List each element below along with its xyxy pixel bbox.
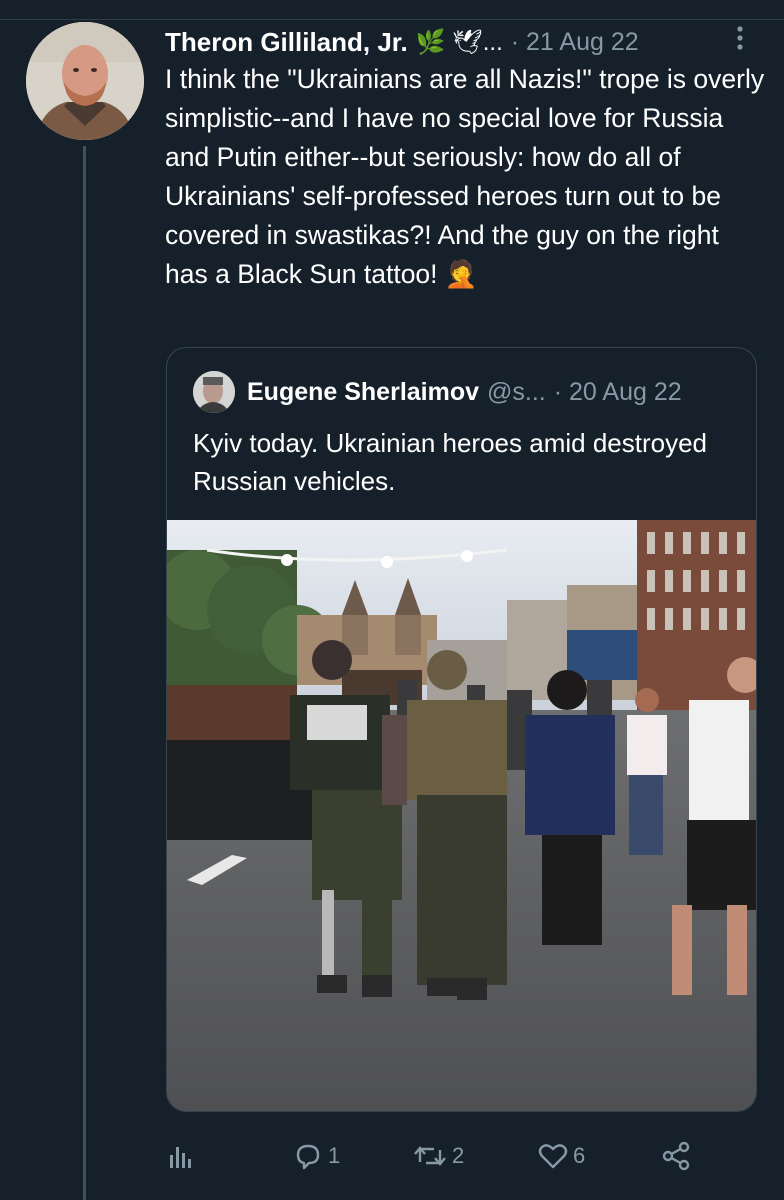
- tweet-text: I think the "Ukrainians are all Nazis!" …: [165, 64, 765, 289]
- thread-connector-line: [83, 146, 86, 1200]
- analytics-button[interactable]: [165, 1130, 195, 1182]
- author-avatar[interactable]: [26, 22, 144, 140]
- reply-icon: [292, 1140, 324, 1172]
- top-divider: [0, 0, 784, 20]
- like-count: 6: [573, 1143, 586, 1168]
- quoted-tweet-text: Kyiv today. Ukrainian heroes amid destro…: [193, 428, 707, 496]
- quoted-tweet-photo[interactable]: [167, 520, 756, 1111]
- share-icon: [660, 1140, 692, 1172]
- quoted-author-avatar: [193, 371, 235, 413]
- author-avatar-image: [26, 22, 144, 140]
- quoted-author-name: Eugene Sherlaimov: [247, 377, 480, 406]
- tweet-date[interactable]: · 21 Aug 22: [511, 28, 639, 57]
- tweet-actions: 1 2 6: [165, 1130, 725, 1182]
- reply-button[interactable]: 1: [292, 1130, 340, 1182]
- quoted-author-handle: @s...: [487, 377, 546, 406]
- retweet-icon: [412, 1140, 448, 1172]
- heart-icon: [537, 1140, 569, 1172]
- analytics-icon: [165, 1141, 195, 1171]
- retweet-button[interactable]: 2: [412, 1130, 464, 1182]
- quoted-tweet-date: · 20 Aug 22: [553, 377, 682, 406]
- share-button[interactable]: [660, 1130, 692, 1182]
- author-name[interactable]: Theron Gilliland, Jr.: [165, 27, 408, 58]
- quoted-tweet-card[interactable]: Eugene Sherlaimov @s... · 20 Aug 22 Kyiv…: [166, 347, 757, 1112]
- retweet-count: 2: [452, 1143, 465, 1168]
- tweet-header: Theron Gilliland, Jr. 🌿 🕊... · 21 Aug 22: [165, 22, 765, 62]
- more-vertical-icon[interactable]: [733, 24, 747, 54]
- quoted-tweet-header: Eugene Sherlaimov @s... · 20 Aug 22: [193, 370, 682, 414]
- like-button[interactable]: 6: [537, 1130, 585, 1182]
- reply-count: 1: [328, 1143, 341, 1168]
- author-name-emoji: 🌿 🕊...: [415, 28, 503, 56]
